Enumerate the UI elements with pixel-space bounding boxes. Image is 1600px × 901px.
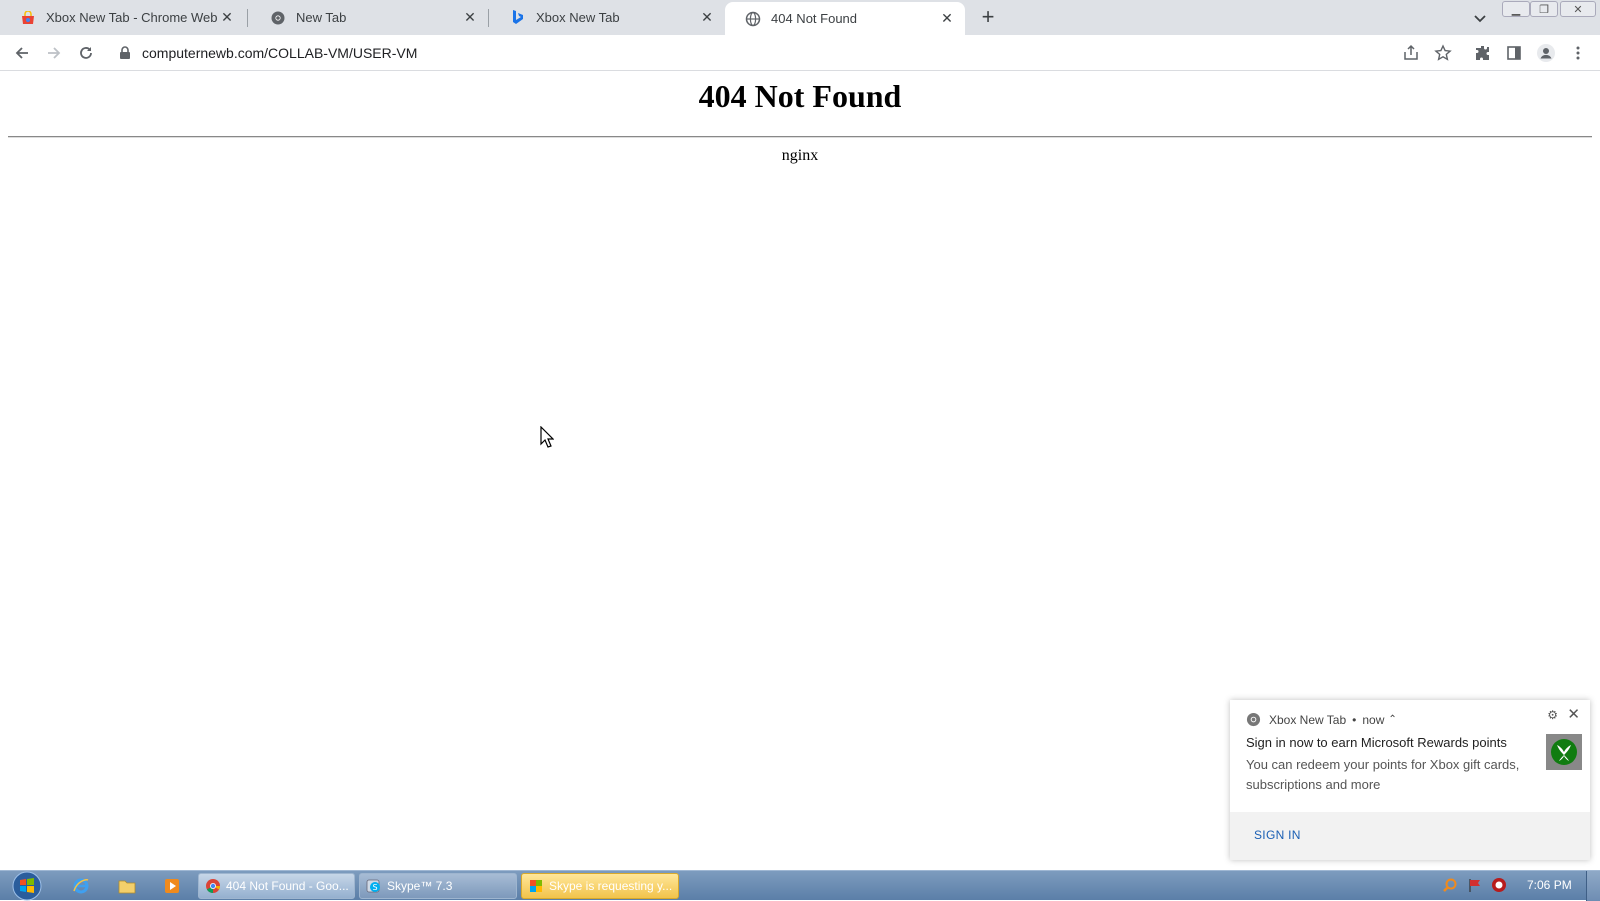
notification-body: You can redeem your points for Xbox gift… bbox=[1246, 757, 1520, 792]
taskbar-button-skype[interactable]: S Skype™ 7.3 bbox=[359, 873, 517, 899]
tab-xbox-new-tab[interactable]: Xbox New Tab ✕ bbox=[490, 0, 725, 35]
show-desktop-button[interactable] bbox=[1586, 871, 1600, 901]
skype-flag-icon bbox=[530, 880, 542, 892]
notification-app-name: Xbox New Tab bbox=[1269, 712, 1347, 727]
divider bbox=[8, 136, 1592, 138]
taskbar-button-chrome[interactable]: 404 Not Found - Goo... bbox=[198, 873, 355, 899]
close-window-button[interactable]: ✕ bbox=[1560, 1, 1596, 17]
bookmark-star-icon[interactable] bbox=[1432, 42, 1454, 64]
tab-search-icon[interactable] bbox=[1470, 8, 1490, 28]
chrome-icon bbox=[1246, 712, 1261, 727]
share-icon[interactable] bbox=[1400, 42, 1422, 64]
browser-toolbar: computernewb.com/COLLAB-VM/USER-VM bbox=[0, 35, 1600, 71]
restore-button[interactable]: ❐ bbox=[1530, 1, 1558, 17]
tab-xbox-web-store[interactable]: Xbox New Tab - Chrome Web Sto ✕ bbox=[0, 0, 245, 35]
taskbar-button-label: 404 Not Found - Goo... bbox=[226, 879, 349, 893]
notification-toast[interactable]: Xbox New Tab • now ⌃ ⚙ ✕ Sign in now to … bbox=[1230, 700, 1590, 860]
url-text[interactable]: computernewb.com/COLLAB-VM/USER-VM bbox=[142, 45, 417, 61]
notification-actions: SIGN IN bbox=[1230, 812, 1590, 860]
media-player-icon[interactable] bbox=[162, 876, 182, 896]
tab-title: 404 Not Found bbox=[771, 11, 858, 26]
close-tab-icon[interactable]: ✕ bbox=[939, 10, 955, 27]
tab-404-not-found[interactable]: 404 Not Found ✕ bbox=[725, 2, 965, 35]
address-bar[interactable]: computernewb.com/COLLAB-VM/USER-VM bbox=[110, 39, 1455, 67]
forward-icon[interactable] bbox=[43, 42, 65, 64]
taskbar-button-label: Skype is requesting y... bbox=[549, 879, 673, 893]
taskbar-button-label: Skype™ 7.3 bbox=[387, 879, 453, 893]
windows-logo-icon bbox=[12, 871, 42, 901]
page-title: 404 Not Found bbox=[698, 78, 902, 114]
reload-icon[interactable] bbox=[75, 42, 97, 64]
sign-in-button[interactable]: SIGN IN bbox=[1254, 828, 1301, 842]
bing-icon bbox=[510, 10, 526, 26]
tab-title: Xbox New Tab - Chrome Web Sto bbox=[46, 10, 219, 25]
tab-strip: Xbox New Tab - Chrome Web Sto ✕ New Tab … bbox=[0, 0, 1600, 35]
chrome-web-store-icon bbox=[20, 10, 36, 26]
close-tab-icon[interactable]: ✕ bbox=[699, 9, 715, 26]
taskbar-button-skype-request[interactable]: Skype is requesting y... bbox=[521, 873, 679, 899]
tab-title: Xbox New Tab bbox=[536, 10, 620, 25]
taskbar: 404 Not Found - Goo... S Skype™ 7.3 Skyp… bbox=[0, 870, 1600, 901]
chrome-icon bbox=[206, 879, 221, 894]
chrome-icon bbox=[270, 10, 286, 26]
close-tab-icon[interactable]: ✕ bbox=[219, 9, 235, 26]
new-tab-button[interactable]: + bbox=[977, 6, 999, 28]
start-button[interactable] bbox=[10, 871, 44, 901]
back-icon[interactable] bbox=[11, 42, 33, 64]
side-panel-icon[interactable] bbox=[1503, 42, 1525, 64]
more-menu-icon[interactable] bbox=[1567, 42, 1589, 64]
gear-icon[interactable]: ⚙ bbox=[1547, 708, 1558, 722]
system-clock[interactable]: 7:06 PM bbox=[1527, 878, 1572, 892]
skype-icon: S bbox=[366, 879, 380, 893]
tab-title: New Tab bbox=[296, 10, 347, 25]
close-tab-icon[interactable]: ✕ bbox=[462, 9, 478, 26]
notification-title: Sign in now to earn Microsoft Rewards po… bbox=[1246, 735, 1507, 750]
xbox-logo-icon bbox=[1546, 734, 1582, 770]
search-tray-icon[interactable] bbox=[1442, 877, 1458, 893]
close-icon[interactable]: ✕ bbox=[1567, 705, 1580, 723]
internet-explorer-icon[interactable] bbox=[71, 876, 91, 896]
globe-icon bbox=[745, 11, 761, 27]
profile-avatar-icon[interactable] bbox=[1535, 42, 1557, 64]
server-name: nginx bbox=[781, 147, 819, 164]
svg-text:S: S bbox=[372, 883, 377, 892]
lock-icon[interactable] bbox=[118, 46, 132, 60]
tab-new-tab[interactable]: New Tab ✕ bbox=[250, 0, 488, 35]
extensions-icon[interactable] bbox=[1472, 42, 1494, 64]
tab-divider bbox=[488, 9, 489, 27]
tab-divider bbox=[247, 9, 248, 27]
minimize-button[interactable]: ▁ bbox=[1502, 1, 1530, 17]
action-center-flag-icon[interactable] bbox=[1467, 877, 1483, 893]
file-explorer-icon[interactable] bbox=[117, 876, 137, 896]
notification-time: now bbox=[1362, 712, 1385, 727]
mouse-cursor-icon bbox=[540, 426, 554, 448]
separator-dot: • bbox=[1352, 712, 1357, 727]
notification-header: Xbox New Tab • now ⌃ bbox=[1246, 712, 1397, 727]
collapse-chevron-icon[interactable]: ⌃ bbox=[1388, 714, 1396, 725]
security-tray-icon[interactable] bbox=[1491, 877, 1507, 893]
